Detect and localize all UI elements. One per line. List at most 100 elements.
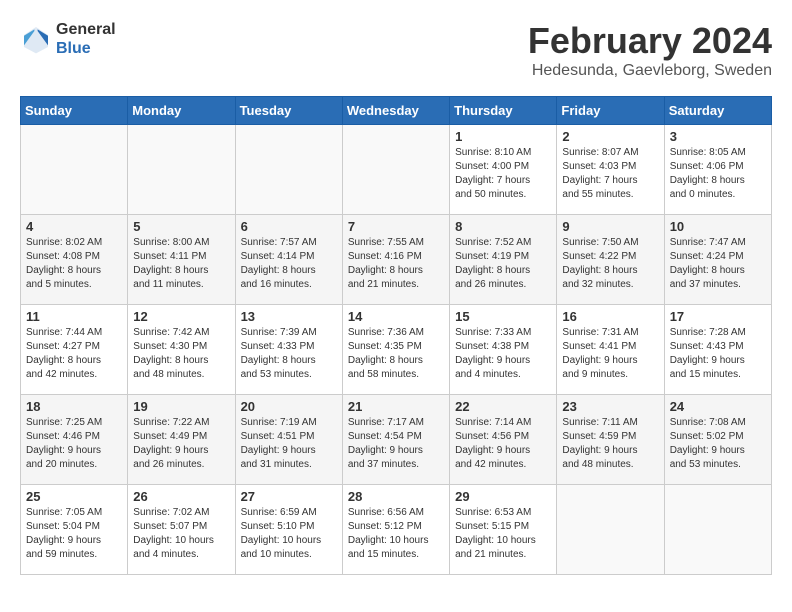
calendar-week-row: 18 Sunrise: 7:25 AM Sunset: 4:46 PM Dayli… [21,395,772,485]
day-info: Sunrise: 7:05 AM Sunset: 5:04 PM Dayligh… [26,506,122,562]
day-info: Sunrise: 7:28 AM Sunset: 4:43 PM Dayligh… [670,326,766,382]
day-number: 29 [455,489,551,504]
calendar-cell: 15 Sunrise: 7:33 AM Sunset: 4:38 PM Dayli… [450,305,557,395]
day-info: Sunrise: 8:02 AM Sunset: 4:08 PM Dayligh… [26,236,122,292]
page-header: General Blue February 2024 Hedesunda, Ga… [20,20,772,80]
day-info: Sunrise: 7:19 AM Sunset: 4:51 PM Dayligh… [241,416,337,472]
logo-general: General [56,20,116,39]
day-info: Sunrise: 6:56 AM Sunset: 5:12 PM Dayligh… [348,506,444,562]
day-number: 4 [26,219,122,234]
day-number: 8 [455,219,551,234]
calendar-cell: 29Sunrise: 6:53 AM Sunset: 5:15 PM Dayli… [450,485,557,575]
calendar-cell [664,485,771,575]
day-info: Sunrise: 7:33 AM Sunset: 4:38 PM Dayligh… [455,326,551,382]
calendar-week-row: 25 Sunrise: 7:05 AM Sunset: 5:04 PM Dayli… [21,485,772,575]
day-number: 3 [670,129,766,144]
logo: General Blue [20,20,116,58]
calendar-cell: 4 Sunrise: 8:02 AM Sunset: 4:08 PM Daylig… [21,215,128,305]
day-info: Sunrise: 7:08 AM Sunset: 5:02 PM Dayligh… [670,416,766,472]
calendar-cell: 18 Sunrise: 7:25 AM Sunset: 4:46 PM Dayli… [21,395,128,485]
day-number: 14 [348,309,444,324]
day-number: 5 [133,219,229,234]
weekday-header-tuesday: Tuesday [235,97,342,125]
calendar-subtitle: Hedesunda, Gaevleborg, Sweden [528,62,772,80]
day-info: Sunrise: 7:25 AM Sunset: 4:46 PM Dayligh… [26,416,122,472]
day-number: 25 [26,489,122,504]
logo-blue: Blue [56,39,116,58]
weekday-header-row: SundayMondayTuesdayWednesdayThursdayFrid… [21,97,772,125]
day-number: 21 [348,399,444,414]
calendar-cell: 14Sunrise: 7:36 AM Sunset: 4:35 PM Dayli… [342,305,449,395]
day-number: 15 [455,309,551,324]
calendar-cell: 28 Sunrise: 6:56 AM Sunset: 5:12 PM Dayli… [342,485,449,575]
day-number: 1 [455,129,551,144]
calendar-cell: 11 Sunrise: 7:44 AM Sunset: 4:27 PM Dayli… [21,305,128,395]
logo-icon [20,23,52,55]
day-number: 17 [670,309,766,324]
day-number: 20 [241,399,337,414]
day-info: Sunrise: 7:11 AM Sunset: 4:59 PM Dayligh… [562,416,658,472]
calendar-cell [557,485,664,575]
calendar-cell [128,125,235,215]
day-number: 28 [348,489,444,504]
calendar-table: SundayMondayTuesdayWednesdayThursdayFrid… [20,96,772,575]
day-number: 24 [670,399,766,414]
day-info: Sunrise: 7:50 AM Sunset: 4:22 PM Dayligh… [562,236,658,292]
calendar-cell [21,125,128,215]
calendar-cell: 6 Sunrise: 7:57 AM Sunset: 4:14 PM Daylig… [235,215,342,305]
day-number: 12 [133,309,229,324]
calendar-cell: 24 Sunrise: 7:08 AM Sunset: 5:02 PM Dayli… [664,395,771,485]
calendar-cell: 23 Sunrise: 7:11 AM Sunset: 4:59 PM Dayli… [557,395,664,485]
weekday-header-thursday: Thursday [450,97,557,125]
calendar-cell [342,125,449,215]
calendar-cell: 5 Sunrise: 8:00 AM Sunset: 4:11 PM Daylig… [128,215,235,305]
calendar-cell: 21 Sunrise: 7:17 AM Sunset: 4:54 PM Dayli… [342,395,449,485]
calendar-cell: 2 Sunrise: 8:07 AM Sunset: 4:03 PM Daylig… [557,125,664,215]
day-info: Sunrise: 8:00 AM Sunset: 4:11 PM Dayligh… [133,236,229,292]
calendar-cell: 17 Sunrise: 7:28 AM Sunset: 4:43 PM Dayli… [664,305,771,395]
day-info: Sunrise: 7:55 AM Sunset: 4:16 PM Dayligh… [348,236,444,292]
calendar-cell: 22 Sunrise: 7:14 AM Sunset: 4:56 PM Dayli… [450,395,557,485]
day-number: 6 [241,219,337,234]
day-info: Sunrise: 7:57 AM Sunset: 4:14 PM Dayligh… [241,236,337,292]
day-number: 23 [562,399,658,414]
day-number: 11 [26,309,122,324]
day-info: Sunrise: 7:39 AM Sunset: 4:33 PM Dayligh… [241,326,337,382]
calendar-cell: 16 Sunrise: 7:31 AM Sunset: 4:41 PM Dayli… [557,305,664,395]
day-number: 27 [241,489,337,504]
day-number: 22 [455,399,551,414]
calendar-cell: 13 Sunrise: 7:39 AM Sunset: 4:33 PM Dayli… [235,305,342,395]
day-info: Sunrise: 7:31 AM Sunset: 4:41 PM Dayligh… [562,326,658,382]
day-info: Sunrise: 7:52 AM Sunset: 4:19 PM Dayligh… [455,236,551,292]
day-number: 18 [26,399,122,414]
day-number: 2 [562,129,658,144]
calendar-cell: 9 Sunrise: 7:50 AM Sunset: 4:22 PM Daylig… [557,215,664,305]
calendar-cell: 7 Sunrise: 7:55 AM Sunset: 4:16 PM Daylig… [342,215,449,305]
calendar-cell [235,125,342,215]
calendar-cell: 8 Sunrise: 7:52 AM Sunset: 4:19 PM Daylig… [450,215,557,305]
calendar-cell: 10Sunrise: 7:47 AM Sunset: 4:24 PM Dayli… [664,215,771,305]
day-number: 19 [133,399,229,414]
day-info: Sunrise: 7:47 AM Sunset: 4:24 PM Dayligh… [670,236,766,292]
calendar-week-row: 11 Sunrise: 7:44 AM Sunset: 4:27 PM Dayli… [21,305,772,395]
day-number: 7 [348,219,444,234]
calendar-week-row: 4 Sunrise: 8:02 AM Sunset: 4:08 PM Daylig… [21,215,772,305]
calendar-cell: 27Sunrise: 6:59 AM Sunset: 5:10 PM Dayli… [235,485,342,575]
day-number: 9 [562,219,658,234]
day-number: 13 [241,309,337,324]
day-info: Sunrise: 7:42 AM Sunset: 4:30 PM Dayligh… [133,326,229,382]
day-info: Sunrise: 8:07 AM Sunset: 4:03 PM Dayligh… [562,146,658,202]
logo-text: General Blue [56,20,116,58]
calendar-cell: 20 Sunrise: 7:19 AM Sunset: 4:51 PM Dayli… [235,395,342,485]
day-info: Sunrise: 7:17 AM Sunset: 4:54 PM Dayligh… [348,416,444,472]
day-info: Sunrise: 7:14 AM Sunset: 4:56 PM Dayligh… [455,416,551,472]
day-info: Sunrise: 8:05 AM Sunset: 4:06 PM Dayligh… [670,146,766,202]
day-info: Sunrise: 8:10 AM Sunset: 4:00 PM Dayligh… [455,146,551,202]
weekday-header-sunday: Sunday [21,97,128,125]
calendar-cell: 3 Sunrise: 8:05 AM Sunset: 4:06 PM Daylig… [664,125,771,215]
weekday-header-monday: Monday [128,97,235,125]
calendar-title: February 2024 [528,20,772,62]
day-number: 16 [562,309,658,324]
weekday-header-saturday: Saturday [664,97,771,125]
day-info: Sunrise: 7:44 AM Sunset: 4:27 PM Dayligh… [26,326,122,382]
